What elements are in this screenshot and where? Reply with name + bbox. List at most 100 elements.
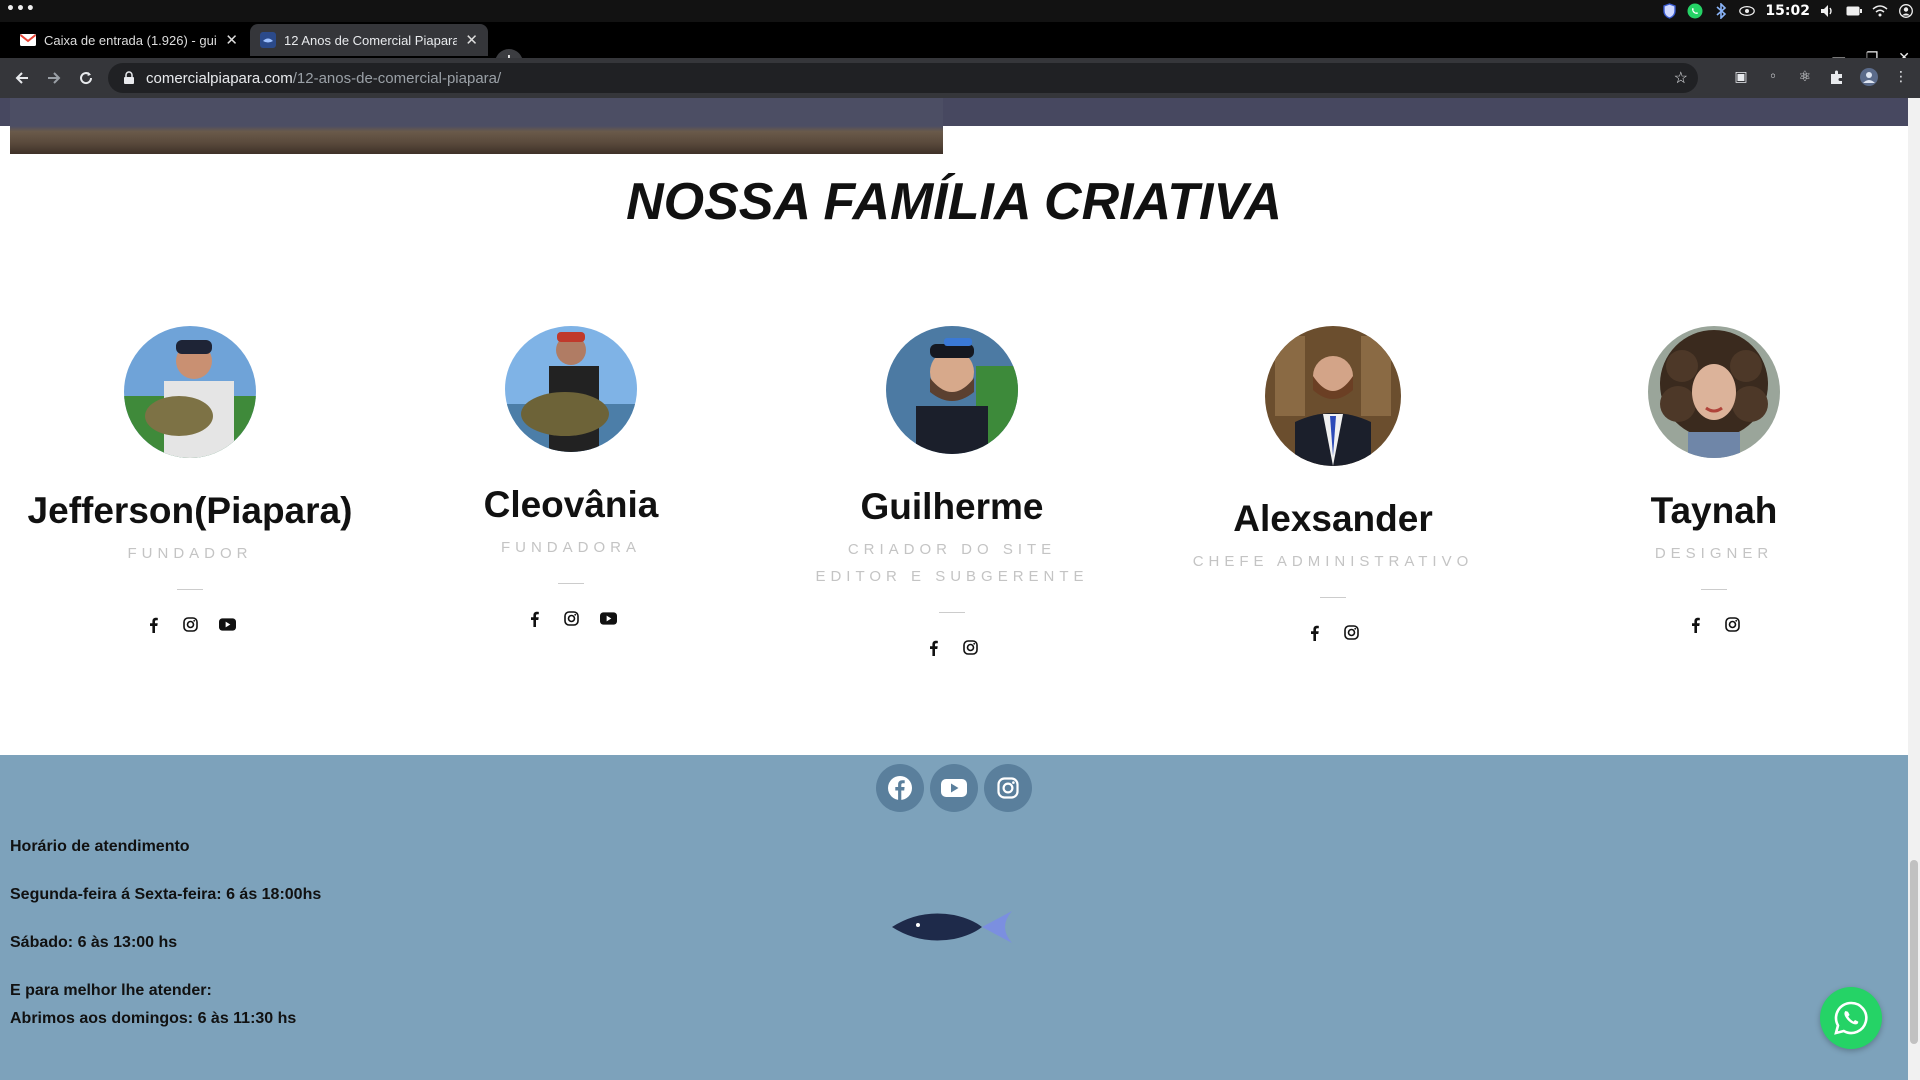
- banner-image: [10, 98, 943, 154]
- volume-icon[interactable]: [1820, 3, 1836, 19]
- divider: [1320, 597, 1346, 598]
- battery-icon[interactable]: [1846, 3, 1862, 19]
- fish-logo: [892, 911, 1012, 943]
- whatsapp-icon[interactable]: [1687, 3, 1703, 19]
- instagram-icon[interactable]: [1343, 624, 1360, 641]
- member-name: Cleovânia: [483, 484, 659, 525]
- team-member: Jefferson(Piapara) FUNDADOR: [0, 326, 380, 633]
- hours-title: Horário de atendimento: [10, 838, 190, 855]
- close-tab-icon[interactable]: ✕: [225, 31, 238, 49]
- facebook-icon[interactable]: [925, 639, 942, 656]
- forward-button[interactable]: [42, 66, 66, 90]
- tab-title: Caixa de entrada (1.926) - guil: [44, 32, 218, 48]
- url-path: /12-anos-de-comercial-piapara/: [292, 69, 502, 87]
- react-devtools-icon[interactable]: ⚛: [1796, 68, 1814, 86]
- member-role: EDITOR E SUBGERENTE: [815, 568, 1089, 585]
- section-title: NOSSA FAMÍLIA CRIATIVA: [626, 173, 1282, 231]
- instagram-icon[interactable]: [563, 610, 580, 627]
- hours-better-serve: E para melhor lhe atender:: [10, 982, 212, 999]
- member-social-links: [381, 610, 761, 627]
- browser-toolbar: comercialpiapara.com/12-anos-de-comercia…: [0, 58, 1920, 98]
- footer-youtube-button[interactable]: [930, 764, 978, 812]
- bluetooth-icon[interactable]: [1713, 3, 1729, 19]
- member-role: DESIGNER: [1654, 545, 1774, 562]
- member-social-links: [1143, 624, 1523, 641]
- member-role: FUNDADORA: [500, 539, 641, 556]
- forward-arrow-icon: [48, 72, 61, 84]
- page-scrollbar[interactable]: [1908, 98, 1920, 1080]
- close-tab-icon[interactable]: ✕: [465, 31, 478, 49]
- clock[interactable]: 15:02: [1765, 3, 1810, 19]
- tab-gmail[interactable]: Caixa de entrada (1.926) - guil ✕: [10, 24, 248, 56]
- opening-hours: Horário de atendimento Segunda-feira á S…: [10, 837, 321, 1057]
- instagram-icon[interactable]: [962, 639, 979, 656]
- facebook-icon[interactable]: [1687, 616, 1704, 633]
- member-role: CHEFE ADMINISTRATIVO: [1192, 553, 1474, 570]
- os-top-bar: ••• 15:02: [0, 0, 1920, 22]
- instagram-icon: [997, 777, 1019, 799]
- instagram-icon[interactable]: [1724, 616, 1741, 633]
- team-member: Cleovânia FUNDADORA: [381, 326, 761, 627]
- divider: [558, 583, 584, 584]
- member-social-links: [1524, 616, 1904, 633]
- back-arrow-icon: [15, 72, 28, 84]
- youtube-icon[interactable]: [599, 610, 617, 627]
- member-role: FUNDADOR: [127, 545, 253, 562]
- team-member: Guilherme CRIADOR DO SITE EDITOR E SUBGE…: [762, 326, 1142, 656]
- footer-social-links: [876, 764, 1032, 812]
- site-footer: Horário de atendimento Segunda-feira á S…: [0, 755, 1908, 1080]
- member-name: Jefferson(Piapara): [27, 490, 353, 531]
- page-content: NOSSA FAMÍLIA CRIATIVA Jefferson(Piapara…: [0, 98, 1920, 1080]
- reload-button[interactable]: [74, 66, 98, 90]
- bookmark-star-icon[interactable]: ☆: [1674, 68, 1688, 88]
- wifi-icon[interactable]: [1872, 3, 1888, 19]
- back-button[interactable]: [10, 66, 34, 90]
- avatar: [886, 326, 1018, 454]
- team-member: Alexsander CHEFE ADMINISTRATIVO: [1143, 326, 1523, 641]
- shield-icon[interactable]: [1661, 3, 1677, 19]
- tab-title: 12 Anos de Comercial Piapara: [284, 32, 458, 48]
- site-icon: [260, 32, 276, 48]
- extensions-puzzle-icon[interactable]: [1828, 68, 1846, 86]
- avatar: [1648, 326, 1780, 458]
- lock-icon: [124, 71, 134, 84]
- nvidia-icon[interactable]: [1739, 3, 1756, 19]
- scrollbar-thumb[interactable]: [1910, 860, 1918, 1044]
- divider: [177, 589, 203, 590]
- divider: [939, 612, 965, 613]
- os-menu-dots[interactable]: •••: [6, 1, 36, 17]
- user-icon[interactable]: [1898, 3, 1914, 19]
- hours-sunday: Abrimos aos domingos: 6 às 11:30 hs: [10, 1010, 297, 1027]
- profile-avatar[interactable]: [1860, 68, 1878, 86]
- hours-saturday: Sábado: 6 às 13:00 hs: [10, 934, 178, 951]
- cast-icon[interactable]: ◦: [1764, 68, 1782, 86]
- avatar: [505, 326, 637, 452]
- member-social-links: [0, 616, 380, 633]
- facebook-icon[interactable]: [1306, 624, 1323, 641]
- address-bar[interactable]: comercialpiapara.com/12-anos-de-comercia…: [108, 63, 1698, 93]
- browser-tabstrip: Caixa de entrada (1.926) - guil ✕ 12 Ano…: [0, 22, 1920, 77]
- extensions-area: ▣ ◦ ⚛ ⋮: [1732, 68, 1910, 86]
- tab-search-icon[interactable]: ▣: [1732, 68, 1750, 86]
- avatar: [1265, 326, 1401, 466]
- url-host: comercialpiapara.com: [146, 69, 293, 87]
- whatsapp-icon: [1834, 1001, 1868, 1035]
- facebook-icon[interactable]: [145, 616, 162, 633]
- footer-facebook-button[interactable]: [876, 764, 924, 812]
- avatar: [124, 326, 256, 458]
- tab-comercial-piapara[interactable]: 12 Anos de Comercial Piapara ✕: [250, 24, 488, 56]
- browser-menu-icon[interactable]: ⋮: [1892, 68, 1910, 86]
- footer-instagram-button[interactable]: [984, 764, 1032, 812]
- instagram-icon[interactable]: [182, 616, 199, 633]
- member-name: Taynah: [1650, 490, 1778, 531]
- youtube-icon[interactable]: [218, 616, 236, 633]
- whatsapp-chat-button[interactable]: [1820, 987, 1882, 1049]
- gmail-icon: [20, 32, 36, 48]
- member-name: Alexsander: [1233, 498, 1433, 539]
- member-name: Guilherme: [860, 486, 1044, 527]
- youtube-icon: [941, 779, 967, 797]
- hours-weekdays: Segunda-feira á Sexta-feira: 6 ás 18:00h…: [10, 886, 322, 903]
- team-member: Taynah DESIGNER: [1524, 326, 1904, 633]
- facebook-icon[interactable]: [526, 610, 543, 627]
- reload-icon: [80, 72, 93, 85]
